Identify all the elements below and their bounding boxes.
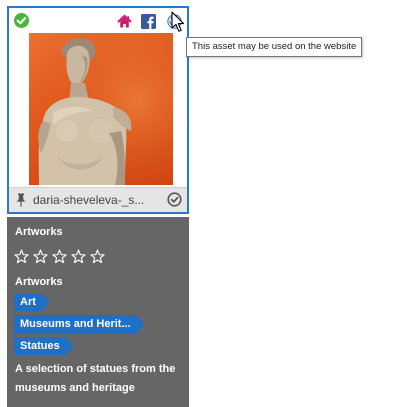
tag-museums-and-heritage[interactable]: Museums and Herit... bbox=[14, 315, 145, 333]
approved-check-icon bbox=[14, 13, 29, 28]
star-icon-1[interactable] bbox=[14, 249, 29, 264]
mouse-cursor-icon bbox=[171, 11, 185, 38]
facebook-icon[interactable] bbox=[141, 14, 156, 29]
tag-art[interactable]: Art bbox=[14, 293, 50, 311]
select-check-icon[interactable] bbox=[167, 192, 182, 212]
asset-footer: daria-sheveleva-_s... bbox=[9, 187, 187, 212]
star-icon-4[interactable] bbox=[71, 249, 86, 264]
asset-thumbnail[interactable] bbox=[29, 33, 173, 185]
asset-description: A selection of statues from the museums … bbox=[15, 363, 176, 394]
home-icon[interactable] bbox=[117, 14, 132, 29]
album-title: Artworks bbox=[15, 226, 63, 238]
star-icon-3[interactable] bbox=[52, 249, 67, 264]
asset-card[interactable]: daria-sheveleva-_s... bbox=[7, 6, 189, 214]
asset-filename[interactable]: daria-sheveleva-_s... bbox=[33, 193, 144, 207]
star-icon-2[interactable] bbox=[33, 249, 48, 264]
usage-tooltip: This asset may be used on the website bbox=[186, 37, 363, 57]
pin-icon[interactable] bbox=[15, 193, 27, 212]
star-icon-5[interactable] bbox=[90, 249, 105, 264]
asset-details-panel: Artworks Artworks Art Museums and Herit.… bbox=[7, 217, 189, 407]
tag-statues[interactable]: Statues bbox=[14, 337, 74, 355]
category-label: Artworks bbox=[15, 276, 63, 288]
